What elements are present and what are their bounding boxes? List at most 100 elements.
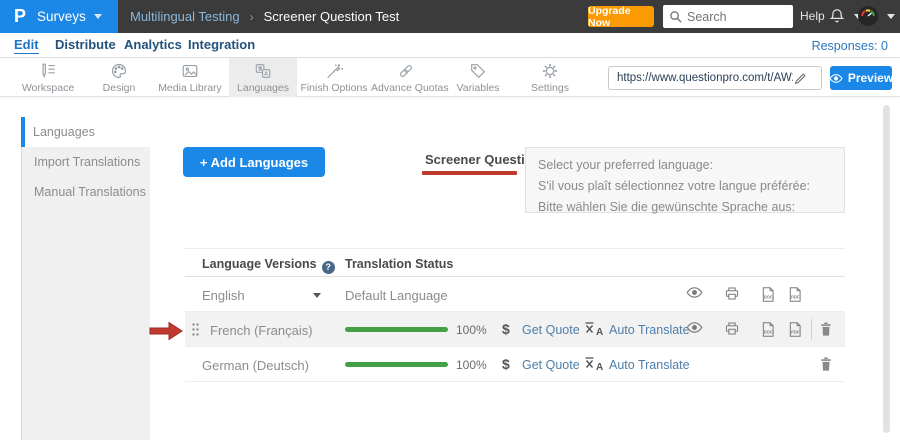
sidebar-item-manual-translations[interactable]: Manual Translations [22, 177, 151, 207]
svg-text:DOC: DOC [764, 294, 773, 299]
survey-url-input[interactable] [609, 72, 793, 84]
preview-button[interactable]: Preview [830, 66, 892, 90]
get-quote-link[interactable]: Get Quote [522, 323, 580, 337]
toolbar-item-workspace[interactable]: Workspace [13, 58, 83, 97]
search-icon [669, 10, 682, 23]
avatar [857, 5, 879, 27]
toolbar-label: Advance Quotas [371, 82, 441, 94]
view-icon[interactable] [686, 286, 703, 299]
breadcrumb-parent[interactable]: Multilingual Testing [130, 9, 240, 24]
svg-text:DOC: DOC [764, 329, 773, 334]
toolbar-item-media-library[interactable]: Media Library [155, 58, 225, 97]
translation-progress-value: 100% [456, 358, 487, 372]
delete-icon[interactable] [819, 356, 833, 372]
auto-translate-link[interactable]: Auto Translate [609, 323, 690, 337]
column-language-versions: Language Versions? [202, 257, 335, 274]
svg-text:A: A [596, 362, 603, 373]
responses-count[interactable]: Responses: 0 [812, 39, 888, 53]
translate-icon: A [253, 62, 273, 80]
export-pdf-icon[interactable]: PDF [787, 321, 803, 338]
app-window: P Surveys Multilingual Testing › Screene… [0, 0, 900, 440]
language-dropdown-caret[interactable] [313, 293, 321, 298]
bell-icon [828, 6, 846, 26]
toolbar-item-design[interactable]: Design [84, 58, 154, 97]
help-question-icon[interactable]: ? [322, 261, 335, 274]
survey-url-field [608, 66, 822, 90]
edit-pencil-icon[interactable] [793, 71, 808, 86]
image-icon [180, 62, 200, 80]
toolbar-item-advance-quotas[interactable]: Advance Quotas [371, 58, 441, 97]
tab-integration[interactable]: Integration [188, 37, 255, 52]
toolbar-item-languages[interactable]: A Languages [229, 58, 297, 97]
add-languages-button[interactable]: + Add Languages [183, 147, 325, 177]
gear-icon [540, 62, 560, 80]
preview-label: Preview [848, 71, 893, 85]
toolbar-label: Finish Options [299, 82, 369, 94]
table-row-german: German (Deutsch) 100% $ Get Quote A Auto… [185, 347, 845, 382]
product-switcher[interactable]: P Surveys [0, 0, 118, 33]
toolbar-item-settings[interactable]: Settings [515, 58, 585, 97]
eye-icon [829, 73, 843, 84]
toolbar-label: Variables [443, 82, 513, 94]
table-row-french: French (Français) 100% $ Get Quote A Aut… [185, 312, 845, 347]
language-name: English [202, 288, 245, 303]
search-input[interactable] [687, 10, 787, 24]
red-arrow-annotation [149, 320, 184, 342]
export-doc-icon[interactable]: DOC [760, 321, 776, 338]
screener-line-german: Bitte wählen Sie die gewünschte Sprache … [538, 199, 832, 215]
view-icon[interactable] [686, 321, 703, 334]
translation-progress-value: 100% [456, 323, 487, 337]
toolbar-label: Workspace [13, 82, 83, 94]
sidebar-item-languages[interactable]: Languages [21, 117, 151, 147]
questionpro-logo-icon: P [14, 6, 26, 27]
toolbar-label: Settings [515, 82, 585, 94]
auto-translate-icon[interactable]: A [583, 355, 605, 373]
chevron-down-icon [887, 14, 895, 19]
svg-text:PDF: PDF [791, 329, 800, 334]
tab-distribute[interactable]: Distribute [55, 37, 116, 52]
drag-handle-icon[interactable] [191, 322, 200, 337]
get-quote-link[interactable]: Get Quote [522, 358, 580, 372]
breadcrumb-separator: › [250, 10, 254, 24]
export-pdf-icon[interactable]: PDF [787, 286, 803, 303]
tab-edit[interactable]: Edit [14, 37, 39, 54]
sidebar-item-import-translations[interactable]: Import Translations [22, 147, 151, 177]
tab-analytics[interactable]: Analytics [124, 37, 182, 52]
magic-wand-icon [324, 62, 344, 80]
print-icon[interactable] [724, 321, 740, 336]
translation-progress-bar [345, 362, 448, 367]
tag-icon [468, 62, 488, 80]
screener-line-english: Select your preferred language: [538, 157, 832, 173]
toolbar-label: Design [84, 82, 154, 94]
toolbar-item-finish-options[interactable]: Finish Options [299, 58, 369, 97]
svg-text:PDF: PDF [791, 294, 800, 299]
edit-toolbar: Workspace Design Media Library [0, 58, 900, 97]
chevron-down-icon [94, 14, 102, 19]
dollar-icon[interactable]: $ [502, 321, 510, 337]
upgrade-now-button[interactable]: Upgrade Now [588, 6, 654, 27]
search-box[interactable] [663, 5, 793, 28]
chain-link-icon [396, 62, 416, 80]
print-icon[interactable] [724, 286, 740, 301]
auto-translate-link[interactable]: Auto Translate [609, 358, 690, 372]
language-name: French (Français) [210, 323, 313, 338]
product-name: Surveys [37, 9, 86, 24]
palette-icon [109, 62, 129, 80]
column-translation-status: Translation Status [345, 257, 453, 271]
toolbar-item-variables[interactable]: Variables [443, 58, 513, 97]
auto-translate-icon[interactable]: A [583, 320, 605, 338]
workspace-icon [38, 62, 58, 80]
scrollbar-thumb[interactable] [883, 105, 890, 433]
language-versions-table: Language Versions? Translation Status En… [185, 248, 845, 382]
help-link[interactable]: Help [800, 9, 825, 23]
divider [811, 319, 812, 340]
translation-progress-bar [345, 327, 448, 332]
export-doc-icon[interactable]: DOC [760, 286, 776, 303]
default-language-label: Default Language [345, 288, 448, 303]
survey-nav: Edit Distribute Analytics Integration Re… [0, 33, 900, 58]
dollar-icon[interactable]: $ [502, 356, 510, 372]
account-menu[interactable] [857, 5, 895, 27]
delete-icon[interactable] [819, 321, 833, 337]
table-row-english: English Default Language DOC [185, 277, 845, 312]
breadcrumb-current: Screener Question Test [264, 9, 400, 24]
